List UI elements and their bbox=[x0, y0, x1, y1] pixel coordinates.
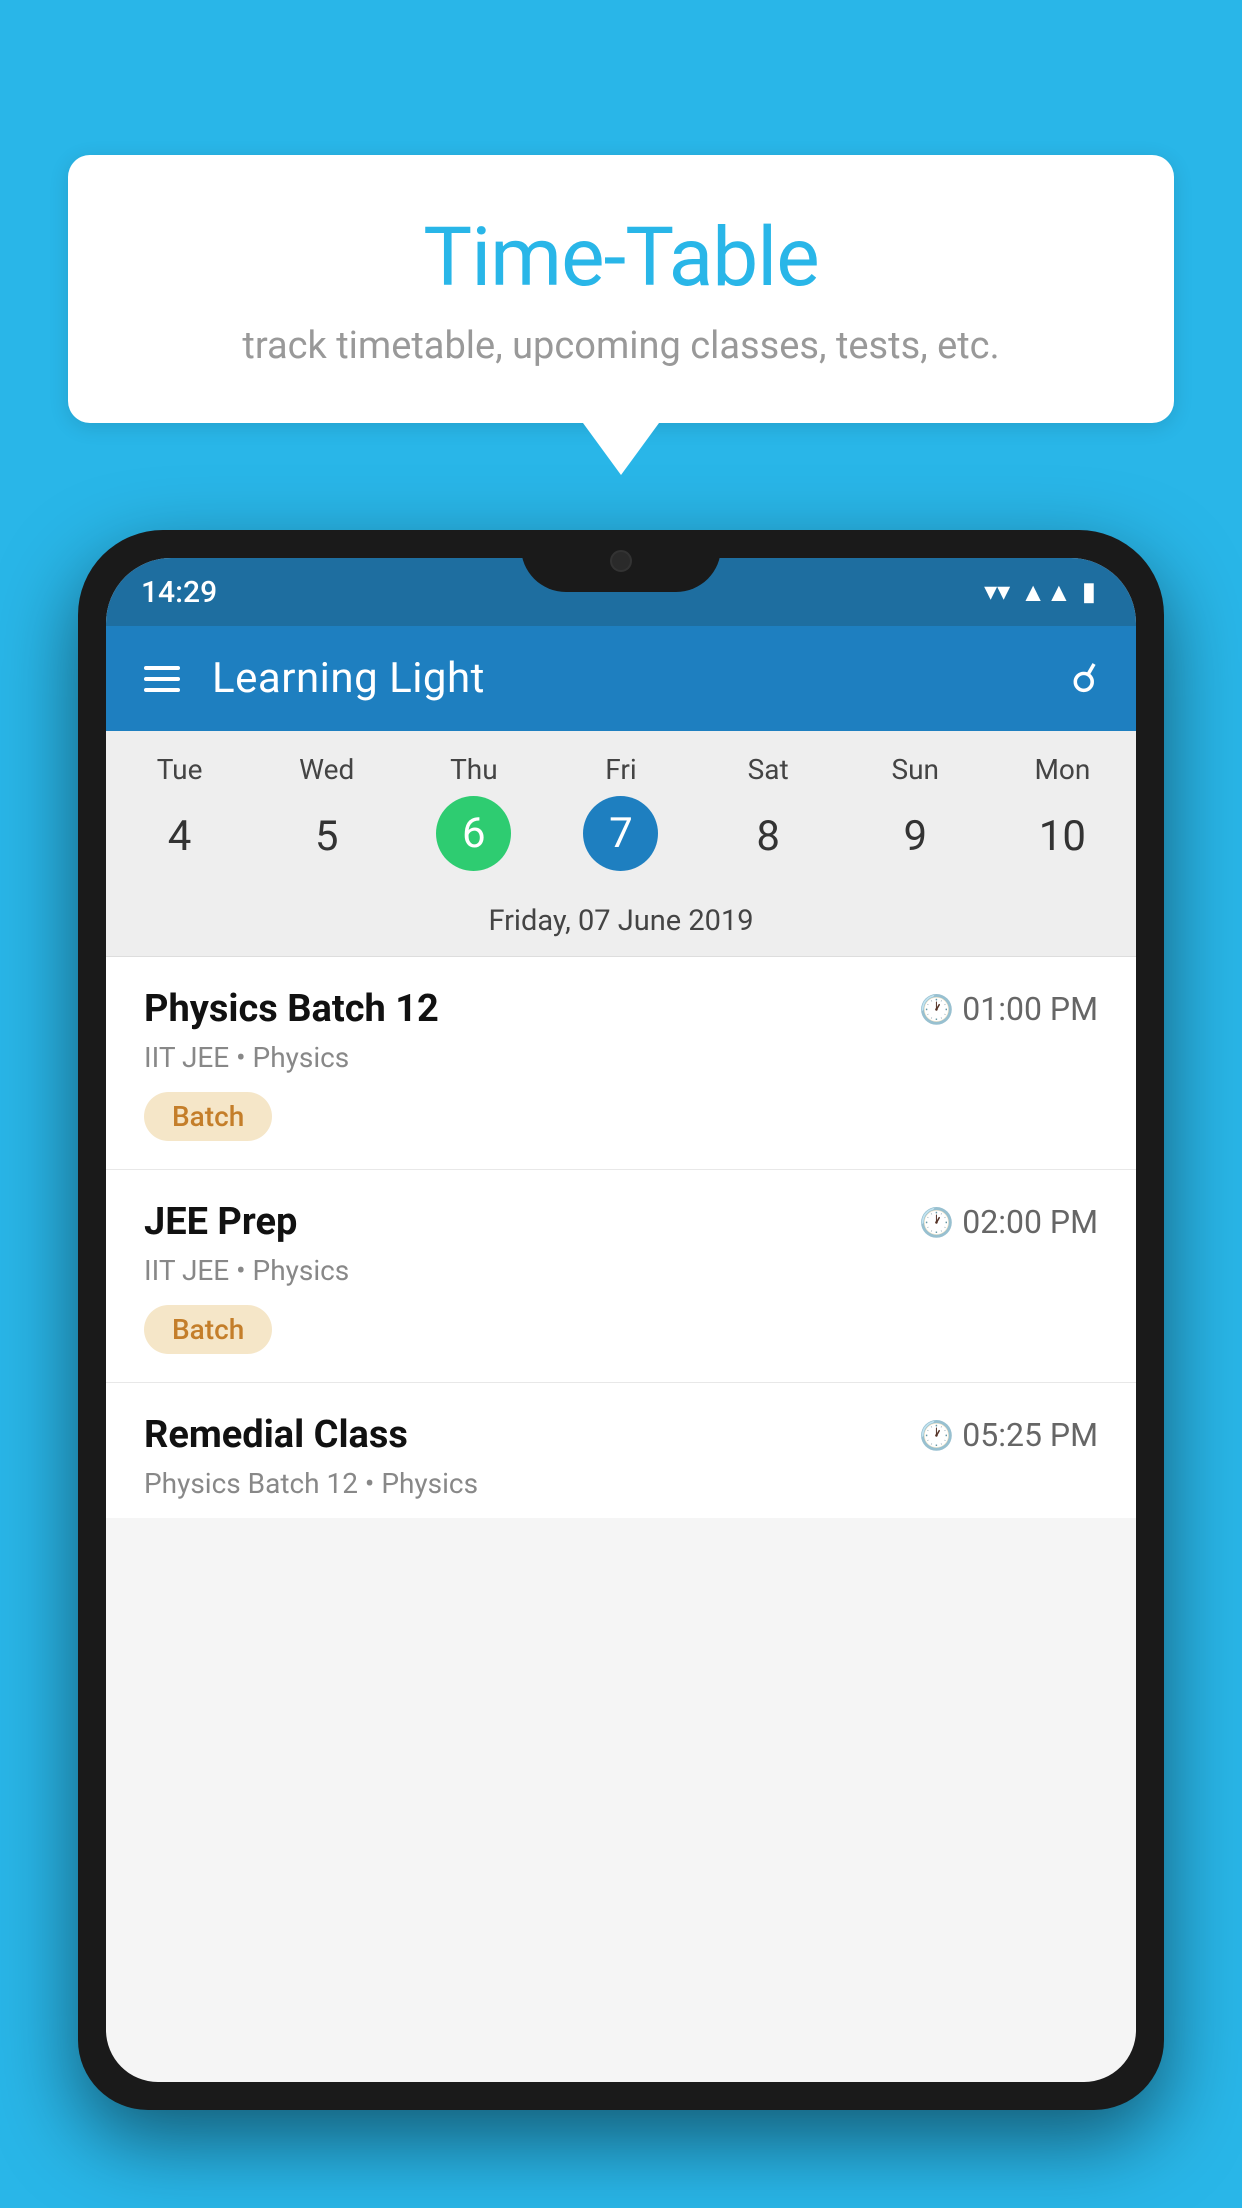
phone-body: 14:29 ▾▾ ▲▲ ▮ Learning Light ☌ bbox=[78, 530, 1164, 2110]
event-name-2: JEE Prep bbox=[144, 1200, 297, 1244]
hamburger-line-3 bbox=[144, 688, 180, 692]
day-9[interactable]: 9 bbox=[842, 796, 989, 876]
calendar-strip: Tue Wed Thu Fri Sat Sun Mon 4 5 6 7 8 9 … bbox=[106, 731, 1136, 957]
event-sub-2: IIT JEE • Physics bbox=[144, 1254, 1098, 1287]
event-list: Physics Batch 12 🕐 01:00 PM IIT JEE • Ph… bbox=[106, 957, 1136, 1518]
app-title: Learning Light bbox=[212, 654, 1039, 703]
hero-section: Time-Table track timetable, upcoming cla… bbox=[68, 155, 1174, 475]
day-label-sun: Sun bbox=[842, 753, 989, 786]
search-icon[interactable]: ☌ bbox=[1071, 655, 1098, 702]
batch-badge-2: Batch bbox=[144, 1305, 272, 1354]
event-item-1[interactable]: Physics Batch 12 🕐 01:00 PM IIT JEE • Ph… bbox=[106, 957, 1136, 1170]
day-4[interactable]: 4 bbox=[106, 796, 253, 876]
hero-card: Time-Table track timetable, upcoming cla… bbox=[68, 155, 1174, 423]
day-label-tue: Tue bbox=[106, 753, 253, 786]
day-7-selected[interactable]: 7 bbox=[583, 796, 658, 871]
selected-date-label: Friday, 07 June 2019 bbox=[106, 894, 1136, 957]
app-bar: Learning Light ☌ bbox=[106, 626, 1136, 731]
wifi-icon: ▾▾ bbox=[984, 577, 1010, 607]
phone-screen: 14:29 ▾▾ ▲▲ ▮ Learning Light ☌ bbox=[106, 558, 1136, 2082]
hamburger-line-1 bbox=[144, 666, 180, 670]
event-sub-1: IIT JEE • Physics bbox=[144, 1041, 1098, 1074]
signal-icon: ▲▲ bbox=[1020, 577, 1071, 608]
day-6-today[interactable]: 6 bbox=[436, 796, 511, 871]
day-label-fri: Fri bbox=[547, 753, 694, 786]
event-time-2: 🕐 02:00 PM bbox=[919, 1203, 1098, 1241]
event-item-3[interactable]: Remedial Class 🕐 05:25 PM Physics Batch … bbox=[106, 1383, 1136, 1500]
hero-title: Time-Table bbox=[128, 210, 1114, 306]
phone-notch bbox=[521, 530, 721, 592]
day-labels-row: Tue Wed Thu Fri Sat Sun Mon bbox=[106, 753, 1136, 786]
day-8[interactable]: 8 bbox=[695, 796, 842, 876]
menu-button[interactable] bbox=[144, 666, 180, 692]
event-time-3: 🕐 05:25 PM bbox=[919, 1416, 1098, 1454]
front-camera bbox=[610, 550, 632, 572]
clock-icon-3: 🕐 bbox=[919, 1419, 954, 1452]
event-name-1: Physics Batch 12 bbox=[144, 987, 439, 1031]
day-10[interactable]: 10 bbox=[989, 796, 1136, 876]
battery-icon: ▮ bbox=[1082, 577, 1096, 607]
clock-icon-1: 🕐 bbox=[919, 993, 954, 1026]
event-header-2: JEE Prep 🕐 02:00 PM bbox=[144, 1200, 1098, 1244]
day-label-thu: Thu bbox=[400, 753, 547, 786]
event-name-3: Remedial Class bbox=[144, 1413, 408, 1457]
batch-badge-1: Batch bbox=[144, 1092, 272, 1141]
event-header-1: Physics Batch 12 🕐 01:00 PM bbox=[144, 987, 1098, 1031]
event-sub-3: Physics Batch 12 • Physics bbox=[144, 1467, 1098, 1500]
event-item-2[interactable]: JEE Prep 🕐 02:00 PM IIT JEE • Physics Ba… bbox=[106, 1170, 1136, 1383]
day-label-mon: Mon bbox=[989, 753, 1136, 786]
hero-subtitle: track timetable, upcoming classes, tests… bbox=[128, 324, 1114, 368]
event-time-1: 🕐 01:00 PM bbox=[919, 990, 1098, 1028]
speech-bubble-arrow bbox=[583, 423, 659, 475]
hamburger-line-2 bbox=[144, 677, 180, 681]
phone-mockup: 14:29 ▾▾ ▲▲ ▮ Learning Light ☌ bbox=[78, 530, 1164, 2208]
clock-icon-2: 🕐 bbox=[919, 1206, 954, 1239]
status-icons: ▾▾ ▲▲ ▮ bbox=[984, 577, 1096, 608]
day-label-wed: Wed bbox=[253, 753, 400, 786]
day-5[interactable]: 5 bbox=[253, 796, 400, 876]
status-time: 14:29 bbox=[141, 575, 217, 610]
day-label-sat: Sat bbox=[695, 753, 842, 786]
event-header-3: Remedial Class 🕐 05:25 PM bbox=[144, 1413, 1098, 1457]
day-numbers-row: 4 5 6 7 8 9 10 bbox=[106, 796, 1136, 876]
